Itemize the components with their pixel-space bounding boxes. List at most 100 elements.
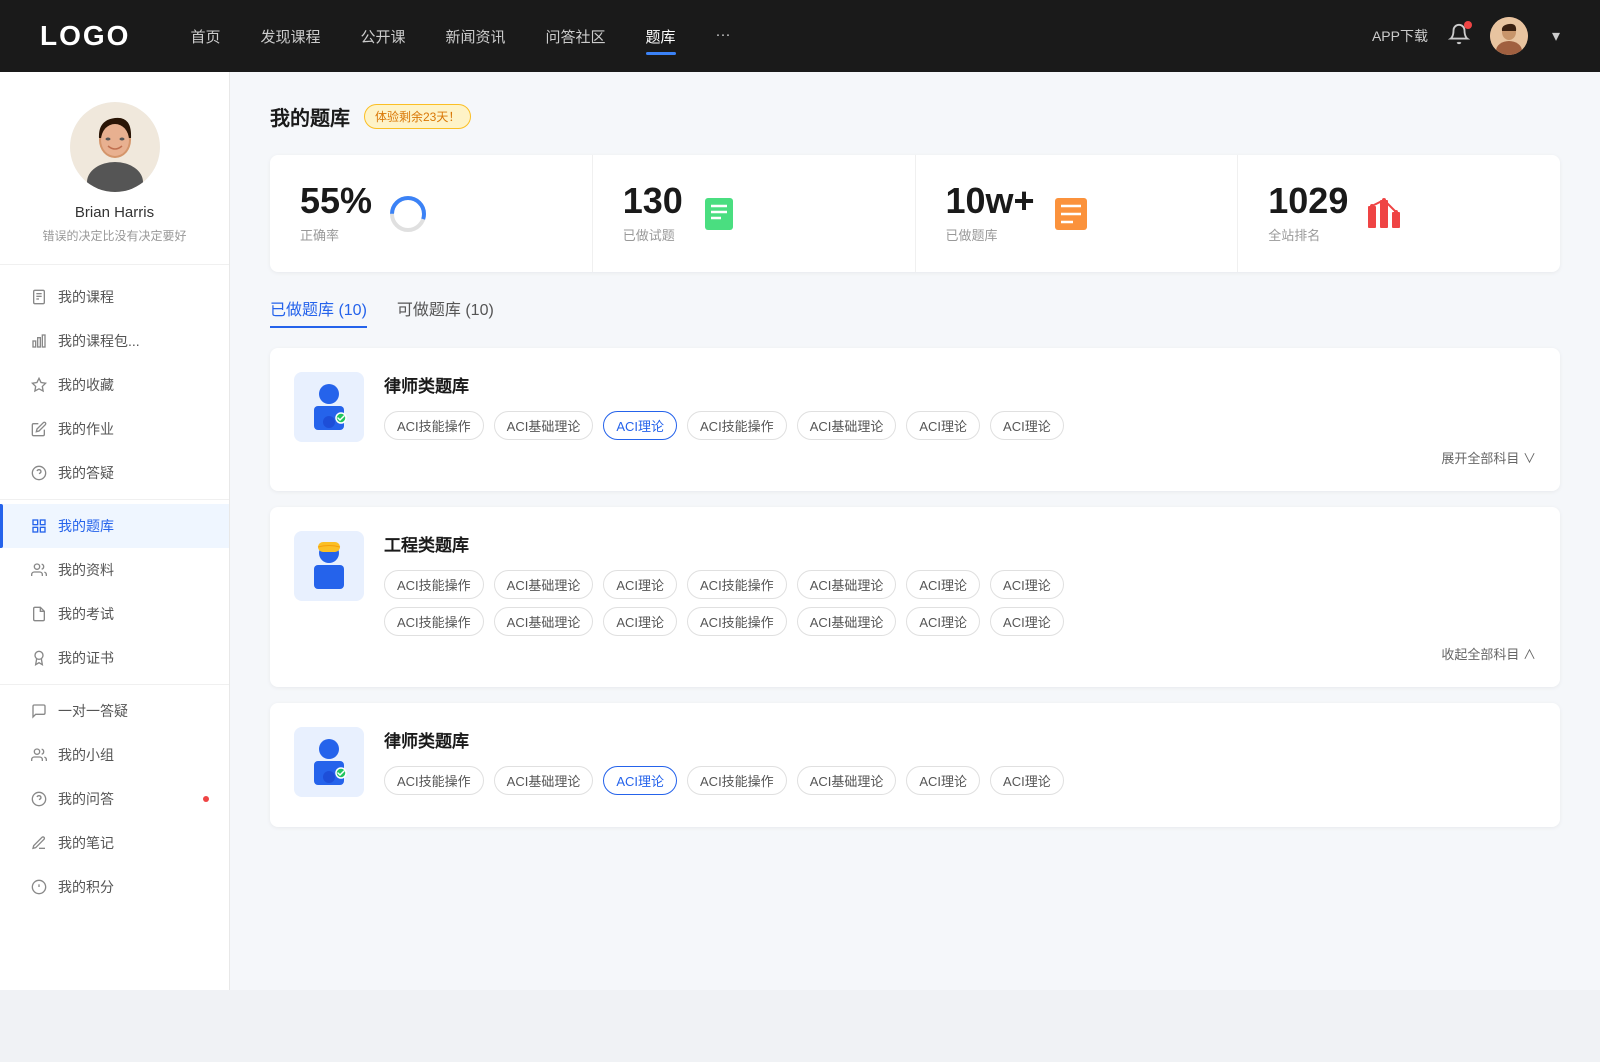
menu-label-points: 我的积分 [58,877,114,897]
tag-2-12[interactable]: ACI基础理论 [797,607,897,636]
stat-done-text: 130 已做试题 [623,183,683,244]
tag-2-3[interactable]: ACI理论 [603,570,677,599]
file-icon [30,288,48,306]
app-download-button[interactable]: APP下载 [1372,26,1428,46]
tag-2-10[interactable]: ACI理论 [603,607,677,636]
tag-3-4[interactable]: ACI技能操作 [687,766,787,795]
stat-banks-number: 10w+ [946,183,1035,219]
tag-2-8[interactable]: ACI技能操作 [384,607,484,636]
bank-content-1: 律师类题库 ACI技能操作 ACI基础理论 ACI理论 ACI技能操作 ACI基… [384,372,1536,467]
bank-title-3: 律师类题库 [384,727,1536,752]
tag-2-1[interactable]: ACI技能操作 [384,570,484,599]
tag-2-13[interactable]: ACI理论 [906,607,980,636]
menu-label-homework: 我的作业 [58,419,114,439]
tag-1-3[interactable]: ACI理论 [603,411,677,440]
tag-1-6[interactable]: ACI理论 [906,411,980,440]
nav-open-course[interactable]: 公开课 [360,22,405,51]
expand-link-2[interactable]: 收起全部科目 ∧ [384,644,1536,663]
expand-link-1[interactable]: 展开全部科目 ∨ [384,448,1536,467]
nav-more[interactable]: ··· [716,22,731,51]
tab-todo[interactable]: 可做题库 (10) [397,296,494,328]
tabs: 已做题库 (10) 可做题库 (10) [270,296,1560,328]
lawyer-icon-2 [294,727,364,797]
stat-accuracy-number: 55% [300,183,372,219]
tag-2-9[interactable]: ACI基础理论 [494,607,594,636]
menu-label-group: 我的小组 [58,745,114,765]
star-icon [30,376,48,394]
tag-row-2b: ACI技能操作 ACI基础理论 ACI理论 ACI技能操作 ACI基础理论 AC… [384,607,1536,636]
menu-label-cert: 我的证书 [58,648,114,668]
notification-bell[interactable] [1448,23,1470,50]
tag-1-4[interactable]: ACI技能操作 [687,411,787,440]
profile-section: Brian Harris 错误的决定比没有决定要好 [0,102,229,265]
note-green-icon [699,194,739,234]
tab-done[interactable]: 已做题库 (10) [270,296,367,328]
main-content: 我的题库 体验剩余23天！ 55% 正确率 130 [230,72,1600,990]
stat-banks-label: 已做题库 [946,225,1035,244]
sidebar: Brian Harris 错误的决定比没有决定要好 我的课程 我的课程包... [0,72,230,990]
tag-1-7[interactable]: ACI理论 [990,411,1064,440]
menu-label-profile: 我的资料 [58,560,114,580]
tag-3-2[interactable]: ACI基础理论 [494,766,594,795]
tag-1-1[interactable]: ACI技能操作 [384,411,484,440]
menu-item-cert[interactable]: 我的证书 [0,636,229,680]
nav-home[interactable]: 首页 [190,22,220,51]
header-right: APP下载 ▾ [1372,17,1560,55]
user-dropdown-arrow[interactable]: ▾ [1552,26,1560,46]
tag-2-7[interactable]: ACI理论 [990,570,1064,599]
stat-rank: 1029 全站排名 [1238,155,1560,272]
bank-card-lawyer-1: 律师类题库 ACI技能操作 ACI基础理论 ACI理论 ACI技能操作 ACI基… [270,348,1560,491]
chat-icon [30,702,48,720]
question-icon [30,464,48,482]
stat-rank-label: 全站排名 [1268,225,1348,244]
menu-label-course: 我的课程 [58,287,114,307]
tag-1-5[interactable]: ACI基础理论 [797,411,897,440]
note-icon [30,834,48,852]
menu-item-question[interactable]: 我的问答 [0,777,229,821]
menu-item-profile[interactable]: 我的资料 [0,548,229,592]
bank-content-2: 工程类题库 ACI技能操作 ACI基础理论 ACI理论 ACI技能操作 ACI基… [384,531,1536,663]
stat-done-banks: 10w+ 已做题库 [916,155,1239,272]
nav-qa[interactable]: 问答社区 [546,22,606,51]
menu-label-course-pack: 我的课程包... [58,331,140,351]
sidebar-menu: 我的课程 我的课程包... 我的收藏 我的作业 [0,265,229,919]
menu-item-one-on-one[interactable]: 一对一答疑 [0,689,229,733]
lawyer-icon-1 [294,372,364,442]
bank-card-engineer: 工程类题库 ACI技能操作 ACI基础理论 ACI理论 ACI技能操作 ACI基… [270,507,1560,687]
bank-title-2: 工程类题库 [384,531,1536,556]
divider-1 [0,499,229,500]
tag-3-3[interactable]: ACI理论 [603,766,677,795]
menu-item-course-pack[interactable]: 我的课程包... [0,319,229,363]
menu-item-exam[interactable]: 我的考试 [0,592,229,636]
menu-label-notes: 我的笔记 [58,833,114,853]
tag-2-6[interactable]: ACI理论 [906,570,980,599]
tag-2-14[interactable]: ACI理论 [990,607,1064,636]
list-orange-icon [1051,194,1091,234]
tag-3-7[interactable]: ACI理论 [990,766,1064,795]
nav-exam[interactable]: 题库 [646,22,676,51]
tag-3-6[interactable]: ACI理论 [906,766,980,795]
nav-news[interactable]: 新闻资讯 [446,22,506,51]
stat-accuracy: 55% 正确率 [270,155,593,272]
page-title: 我的题库 [270,102,350,131]
user-avatar-header[interactable] [1490,17,1528,55]
menu-item-points[interactable]: 我的积分 [0,865,229,909]
menu-item-qa[interactable]: 我的答疑 [0,451,229,495]
menu-item-favorite[interactable]: 我的收藏 [0,363,229,407]
tag-2-11[interactable]: ACI技能操作 [687,607,787,636]
menu-item-notes[interactable]: 我的笔记 [0,821,229,865]
tag-row-2a: ACI技能操作 ACI基础理论 ACI理论 ACI技能操作 ACI基础理论 AC… [384,570,1536,599]
menu-item-homework[interactable]: 我的作业 [0,407,229,451]
tag-3-1[interactable]: ACI技能操作 [384,766,484,795]
menu-item-group[interactable]: 我的小组 [0,733,229,777]
tag-1-2[interactable]: ACI基础理论 [494,411,594,440]
menu-item-exam-bank[interactable]: 我的题库 [0,504,229,548]
tag-3-5[interactable]: ACI基础理论 [797,766,897,795]
tag-2-4[interactable]: ACI技能操作 [687,570,787,599]
bank-card-lawyer-2: 律师类题库 ACI技能操作 ACI基础理论 ACI理论 ACI技能操作 ACI基… [270,703,1560,827]
nav-discover[interactable]: 发现课程 [260,22,320,51]
tag-2-5[interactable]: ACI基础理论 [797,570,897,599]
stat-done-questions: 130 已做试题 [593,155,916,272]
tag-2-2[interactable]: ACI基础理论 [494,570,594,599]
menu-item-course[interactable]: 我的课程 [0,275,229,319]
